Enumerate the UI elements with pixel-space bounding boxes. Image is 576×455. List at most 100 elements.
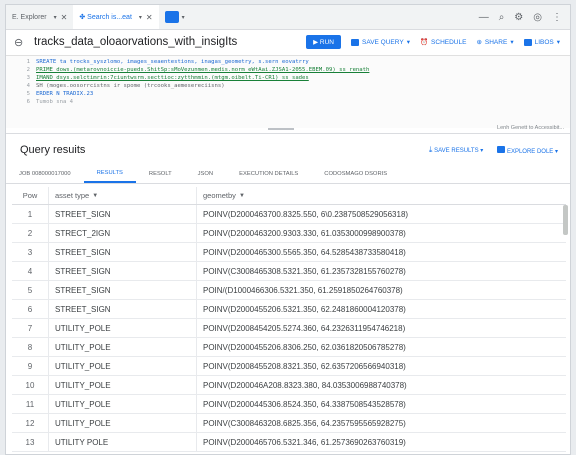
run-button[interactable]: ▶ RUN <box>306 35 342 49</box>
query-title-row: ⊖ tracks_data_oloaorvations_with_insigIt… <box>6 29 570 56</box>
row-number: 8 <box>27 342 33 352</box>
geometry-cell[interactable]: POINV(D2000465300.5565.350, 64.528543873… <box>196 243 566 261</box>
asset-type-cell[interactable]: STREET_SIGN <box>48 300 196 318</box>
geometry-cell[interactable]: POIN/(D1000466306.5321.350, 61.259185026… <box>196 281 566 299</box>
share-label: SHARE <box>484 38 508 46</box>
share-icon: ⊕ <box>476 39 482 46</box>
geometry-cell[interactable]: POINV(C3008463208.6825.356, 64.235759556… <box>196 414 566 432</box>
line-number: 6 <box>26 99 30 105</box>
results-actions: ⤓ SAVE RESULTS ▾ EXPLORE DOLE ▾ <box>429 145 570 155</box>
geometry-cell[interactable]: POINV(D2000455206.8306.250, 62.036182050… <box>196 338 566 356</box>
save-query-button[interactable]: SAVE QUERY ▾ <box>351 38 410 46</box>
col-header-label: geometby <box>203 191 236 200</box>
geometry-cell[interactable]: POINV(D2000455206.5321.350, 62.248186000… <box>196 300 566 318</box>
table-row[interactable]: 13 UTILITY POLE POINV(D2000465706.5321.346… <box>12 433 566 452</box>
settings-icon[interactable]: ⚙ <box>514 12 523 23</box>
tab-search[interactable]: ✤ Search is...eat ▾ ✕ <box>73 5 159 29</box>
table-row[interactable]: 6 STREET_SIGN POINV(D2000455206.5321.350, … <box>12 300 566 319</box>
more-icon <box>523 38 532 46</box>
code-text: PRIME dows.(metarovnoiccie-pueds.ShitSp:… <box>36 67 370 73</box>
asset-type-cell[interactable]: STREET_SIGN <box>48 281 196 299</box>
table-row[interactable]: 5 STREET_SIGN POIN/(D1000466306.5321.350, … <box>12 281 566 300</box>
asset-type-cell[interactable]: UTILITY_POLE <box>48 338 196 356</box>
asset-type-cell[interactable]: UTILITY POLE <box>48 433 196 451</box>
query-title[interactable]: tracks_data_oloaorvations_with_insigIts <box>34 36 237 48</box>
sql-editor[interactable]: 1 SREATE ta trocks_syszlomo, images_seaen… <box>6 56 570 131</box>
asset-type-cell[interactable]: STREET_SIGN <box>48 243 196 261</box>
table-row[interactable]: 2 STRECT_2IGN POINV(D2000463200.9303.330, … <box>12 224 566 243</box>
table-row[interactable]: 7 UTILITY_POLE POINV(D2008454205.5274.360,… <box>12 319 566 338</box>
table-row[interactable]: 11 UTILITY_POLE POINV(D2000445306.8524.350… <box>12 395 566 414</box>
schedule-label: SCHEDULE <box>431 38 467 46</box>
asset-type-cell[interactable]: UTILITY_POLE <box>48 376 196 394</box>
chevron-down-icon[interactable]: ▾ <box>182 14 185 21</box>
asset-type-cell[interactable]: UTILITY_POLE <box>48 395 196 413</box>
asset-type-cell[interactable]: STRECT_2IGN <box>48 224 196 242</box>
asset-type-cell[interactable]: STREET_SIGN <box>48 262 196 280</box>
tab-explorer[interactable]: E. Explorer ▾ ✕ <box>6 5 73 29</box>
more-button[interactable]: LIBOS ▾ <box>523 38 560 46</box>
geometry-cell[interactable]: POINV(D2000463700.8325.550, 6\0.23875085… <box>196 205 566 223</box>
explore-data-button[interactable]: EXPLORE DOLE ▾ <box>497 145 558 155</box>
col-header-geometry[interactable]: geometby ▼ <box>196 187 566 204</box>
table-row[interactable]: 12 UTILITY_POLE POINV(C3008463208.6825.356… <box>12 414 566 433</box>
chevron-down-icon: ▾ <box>138 14 142 21</box>
tab-execution-graph[interactable]: CODOSMAGO DSORIS <box>311 165 400 183</box>
explore-icon <box>497 145 506 153</box>
editor-line: 5 ERDER N TRADIX.23 <box>6 90 570 98</box>
tab-resolt[interactable]: RESOLT <box>136 165 185 183</box>
asset-type-cell[interactable]: UTILITY_POLE <box>48 357 196 375</box>
schedule-button[interactable]: ⏰ SCHEDULE <box>420 38 467 47</box>
table-body: 1 STREET_SIGN POINV(D2000463700.8325.550, … <box>12 205 566 452</box>
sort-icon: ▼ <box>238 192 245 199</box>
table-row[interactable]: 8 UTILITY_POLE POINV(D2000455206.8306.250,… <box>12 338 566 357</box>
asset-type-cell[interactable]: UTILITY_POLE <box>48 414 196 432</box>
row-number: 13 <box>25 437 35 447</box>
row-number: 9 <box>27 361 33 371</box>
code-text: IMAND dsys.selctimrin:7ciuntwsrm.secttio… <box>36 75 309 81</box>
geometry-cell[interactable]: POINV(C3008465308.5321.350, 61.235732815… <box>196 262 566 280</box>
search-icon[interactable]: ⌕ <box>499 12 505 23</box>
more-label: LIBOS <box>534 38 554 46</box>
share-button[interactable]: ⊕ SHARE ▾ <box>476 38 513 47</box>
table-row[interactable]: 1 STREET_SIGN POINV(D2000463700.8325.550, … <box>12 205 566 224</box>
row-number: 6 <box>27 304 33 314</box>
table-row[interactable]: 3 STREET_SIGN POINV(D2000465300.5565.350, … <box>12 243 566 262</box>
table-row[interactable]: 10 UTILITY_POLE POINV(D200046A208.8323.380… <box>12 376 566 395</box>
code-text: ERDER N TRADIX.23 <box>36 91 94 97</box>
scrollbar[interactable] <box>563 205 568 235</box>
editor-line: 6 Tumob sna 4 <box>6 98 570 106</box>
tab-results[interactable]: RESULTS <box>83 165 136 183</box>
close-icon[interactable]: ✕ <box>61 13 68 22</box>
results-table: Pow asset type ▼ geometby ▼ 1 STREET_SIGN PO… <box>12 187 566 452</box>
minimize-icon[interactable]: — <box>479 12 489 23</box>
resize-handle[interactable] <box>268 128 294 130</box>
window-actions: — ⌕ ⚙ ◎ ⋮ <box>479 12 570 23</box>
more-icon[interactable]: ⋮ <box>552 12 562 23</box>
new-tab-icon[interactable] <box>164 11 179 23</box>
tab-job-info[interactable]: JOB 008000017000 <box>6 165 84 183</box>
tab-execution-details[interactable]: EXECUTION DETAILS <box>226 165 311 183</box>
results-header: Query resuits ⤓ SAVE RESULTS ▾ EXPLORE D… <box>6 137 570 163</box>
geometry-cell[interactable]: POINV(D2000465706.5321.346, 61.257369026… <box>196 433 566 451</box>
tab-explorer-label: E. Explorer <box>12 13 47 21</box>
asset-type-cell[interactable]: UTILITY_POLE <box>48 319 196 337</box>
asset-type-cell[interactable]: STREET_SIGN <box>48 205 196 223</box>
col-header-asset-type[interactable]: asset type ▼ <box>48 187 196 204</box>
geometry-cell[interactable]: POINV(D2000445306.8524.350, 64.338750854… <box>196 395 566 413</box>
line-number: 4 <box>26 83 30 89</box>
help-icon[interactable]: ◎ <box>533 12 542 23</box>
geometry-cell[interactable]: POINV(D200046A208.8323.380, 84.035300698… <box>196 376 566 394</box>
geometry-cell[interactable]: POINV(D2000463200.9303.330, 61.035300099… <box>196 224 566 242</box>
close-icon[interactable]: ✕ <box>146 13 153 22</box>
tab-json[interactable]: JSON <box>185 165 226 183</box>
code-text: SH (moges.oosorrcistns ir spome (trcooks… <box>36 83 225 89</box>
geometry-cell[interactable]: POINV(D2008454205.5274.360, 64.232631195… <box>196 319 566 337</box>
save-results-button[interactable]: ⤓ SAVE RESULTS ▾ <box>429 145 483 155</box>
table-row[interactable]: 9 UTILITY_POLE POINV(D2008455208.8321.350,… <box>12 357 566 376</box>
row-number: 3 <box>27 247 33 257</box>
row-number: 5 <box>27 285 33 295</box>
bigquery-window: E. Explorer ▾ ✕ ✤ Search is...eat ▾ ✕ ▾ … <box>5 4 571 455</box>
table-row[interactable]: 4 STREET_SIGN POINV(C3008465308.5321.350, … <box>12 262 566 281</box>
geometry-cell[interactable]: POINV(D2008455208.8321.350, 62.635720656… <box>196 357 566 375</box>
